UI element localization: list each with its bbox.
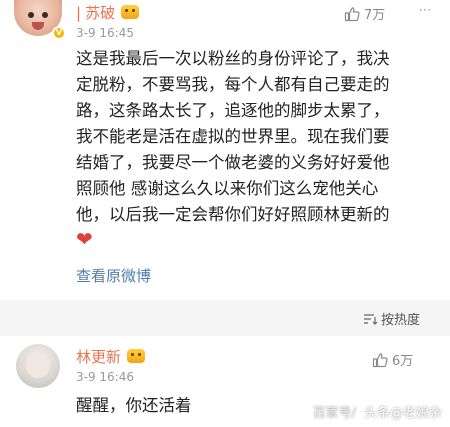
comment-line: 结婚了，我要尽一个做老婆的义务好好爱他: [76, 153, 390, 172]
reply-comment: 林更新 3-9 16:46 6万 醒醒，你还活着 百家号/头条@老娘杂: [0, 336, 450, 427]
reply-like-count: 6万: [392, 354, 414, 369]
comment-line: 这是我最后一次以粉丝的身份评论了，我决: [76, 49, 390, 68]
timestamp: 3-9 16:45: [76, 26, 134, 40]
comment-line: 他，以后我一定会帮你们好好照顾林更新的: [76, 205, 390, 224]
name-divider: |: [76, 4, 82, 22]
sort-by-hot-button[interactable]: 按热度: [363, 309, 420, 328]
more-icon[interactable]: ⋯: [416, 2, 434, 20]
avatar-mouth: [32, 22, 44, 30]
comment-line: 照顾他 感谢这么久以来你们这么宠他关心: [76, 179, 379, 198]
like-button[interactable]: 7万: [344, 4, 385, 23]
reply-author-name[interactable]: 林更新: [76, 346, 146, 367]
member-emoji-badge-icon: [127, 349, 146, 363]
member-emoji-badge-icon: [121, 5, 140, 19]
author-name[interactable]: | 苏破: [76, 2, 140, 23]
comment-line: 我不能老是活在虚拟的世界里。现在我们要: [76, 127, 390, 146]
main-comment: V | 苏破 3-9 16:45 7万 ⋯ 这是我最后一次以粉丝的身份评论了，我决…: [0, 0, 450, 300]
comment-line: 定脱粉，不要骂我，每个人都有自己要走的: [76, 75, 390, 94]
heart-emoji: ❤: [76, 227, 93, 251]
reply-timestamp: 3-9 16:46: [76, 370, 134, 384]
sort-bar: 按热度: [0, 300, 450, 336]
avatar-eye: [42, 12, 48, 18]
watermark-faded: 百家号/: [312, 406, 356, 421]
avatar-eye: [28, 12, 34, 18]
verified-badge-icon: V: [52, 26, 66, 40]
reply-text: 醒醒，你还活着: [76, 396, 192, 415]
avatar-face: [26, 352, 50, 378]
watermark-text: 头条@老娘杂: [363, 406, 442, 421]
sort-icon: [363, 313, 377, 325]
reply-author-avatar[interactable]: [16, 344, 60, 388]
view-original-weibo-link[interactable]: 查看原微博: [76, 265, 151, 286]
comment-line: 路，这条路太长了，追逐他的脚步太累了，: [76, 101, 390, 120]
reply-like-button[interactable]: 6万: [372, 350, 413, 369]
watermark: 百家号/头条@老娘杂: [313, 402, 442, 421]
like-count: 7万: [364, 8, 386, 23]
comment-text: 这是我最后一次以粉丝的身份评论了，我决 定脱粉，不要骂我，每个人都有自己要走的 …: [76, 46, 440, 254]
sort-label: 按热度: [380, 313, 420, 328]
thumbs-up-icon: [344, 6, 360, 21]
thumbs-up-icon: [372, 352, 388, 367]
